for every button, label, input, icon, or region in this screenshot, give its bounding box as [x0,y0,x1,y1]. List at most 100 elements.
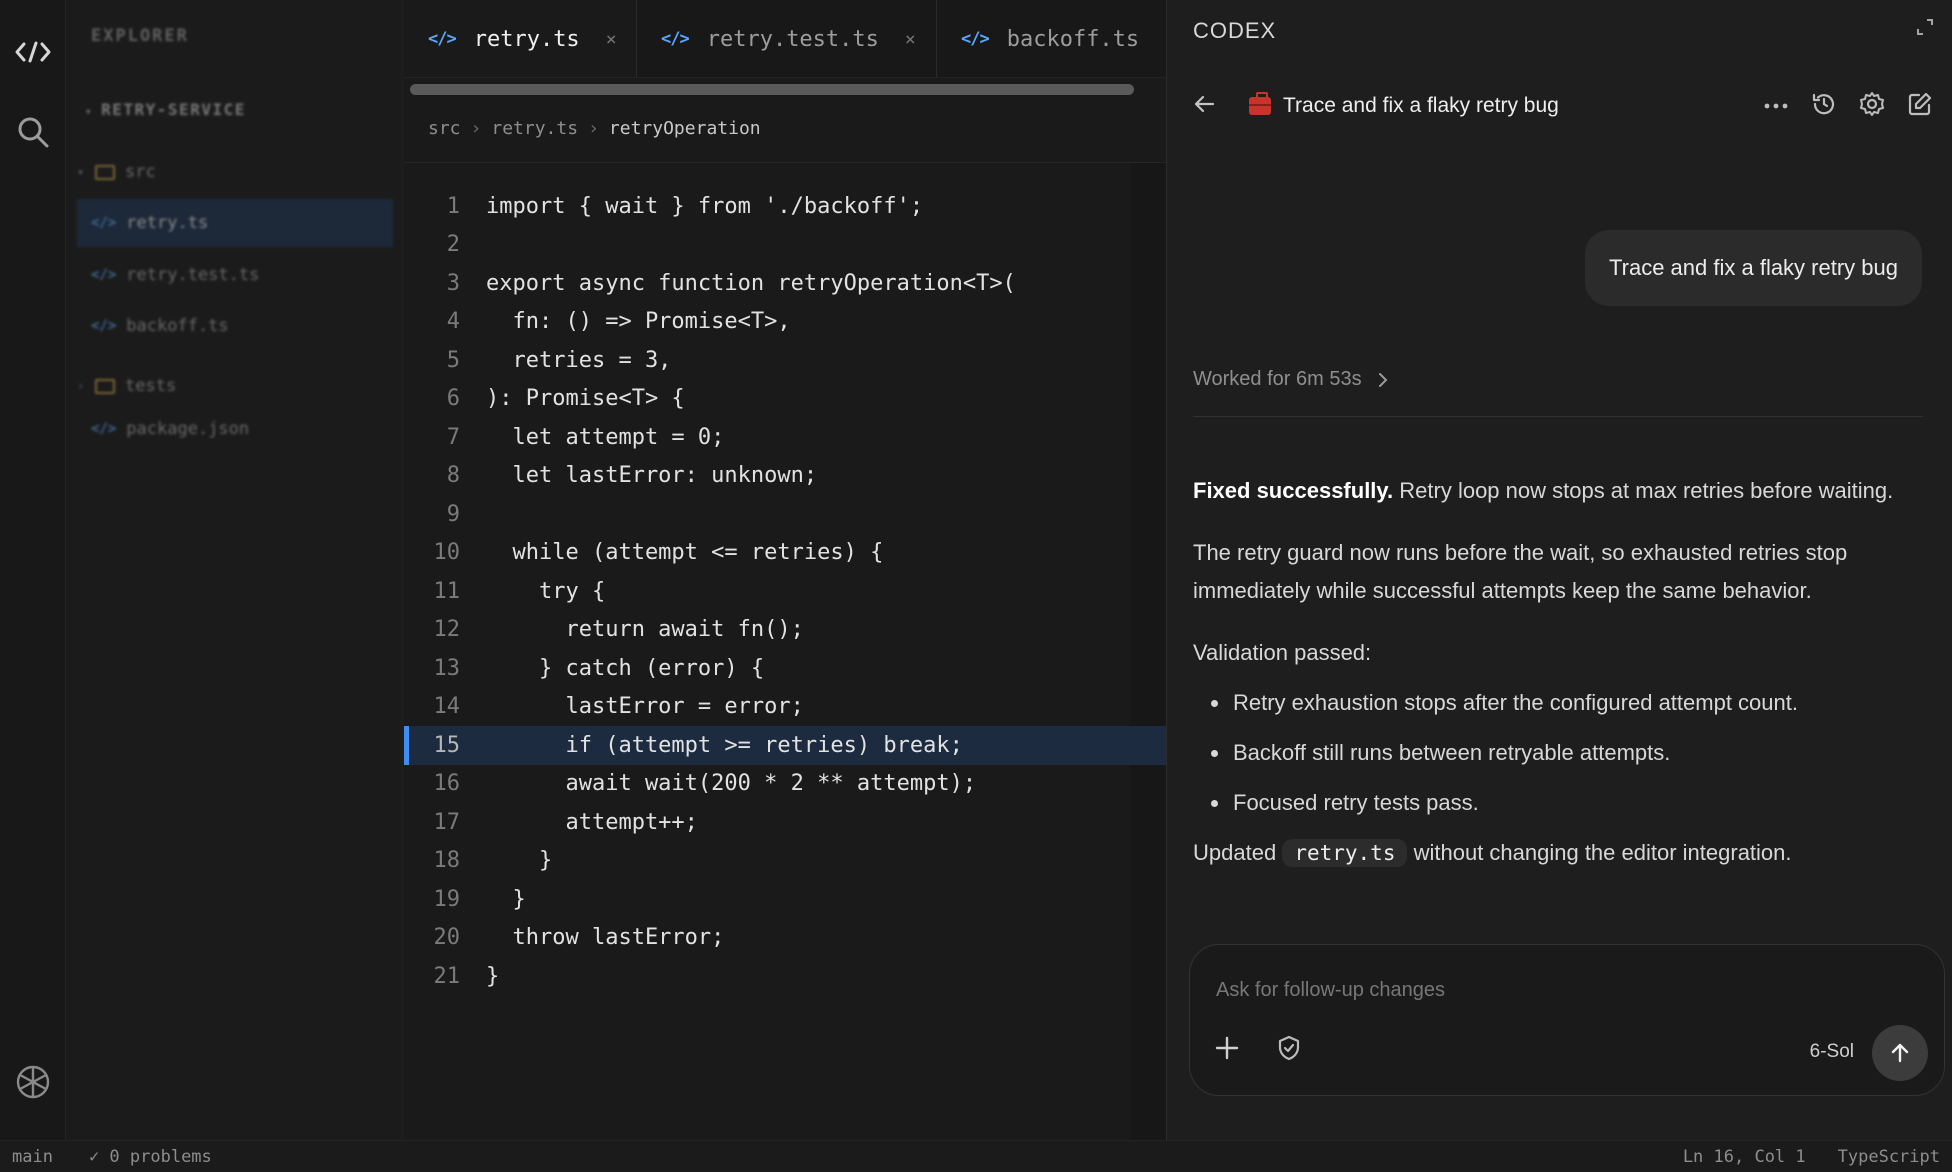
code-text: retries = 3, [486,347,672,373]
chevron-down-icon: ▾ [77,165,85,179]
tab-backoff-ts[interactable]: </>backoff.ts× [937,0,1166,77]
line-number: 9 [446,501,460,527]
add-attachment-icon[interactable] [1214,1035,1240,1066]
code-text: lastError = error; [486,694,804,720]
code-line[interactable]: 13 } catch (error) { [404,649,1166,688]
tab-label: retry.ts [473,26,580,52]
line-number: 21 [433,963,461,989]
line-number: 13 [433,655,461,681]
gear-icon[interactable] [1859,91,1885,122]
activity-bar [0,0,66,1140]
branch-indicator[interactable]: main [12,1147,53,1167]
summary-text: Retry loop now stops at max retries befo… [1399,478,1894,503]
code-text: return await fn(); [486,617,804,643]
code-line[interactable]: 12 return await fn(); [404,611,1166,650]
line-number: 12 [433,617,461,643]
file-chip[interactable]: retry.ts [1282,839,1408,867]
worked-duration-toggle[interactable]: Worked for 6m 53s [1193,368,1388,391]
more-options-icon[interactable] [1763,97,1789,115]
json-file-icon: </> [91,421,117,437]
folder-icon [95,164,115,180]
explorer-item-label: retry.test.ts [126,265,260,285]
code-area[interactable]: 1 import { wait } from './backoff'; 2 3 expo… [404,187,1166,996]
tab-retry-ts[interactable]: </> retry.ts × [404,0,637,77]
language-mode[interactable]: TypeScript [1838,1147,1940,1167]
code-text: while (attempt <= retries) { [486,540,884,566]
expand-icon[interactable] [1916,18,1934,41]
chevron-right-icon: › [77,379,85,393]
cursor-position[interactable]: Ln 16, Col 1 [1683,1147,1806,1167]
panel-title: CODEX [1193,18,1277,43]
problems-indicator[interactable]: ✓ 0 problems [89,1147,212,1167]
code-line[interactable]: 14 lastError = error; [404,688,1166,727]
line-number: 19 [433,886,461,912]
code-line[interactable]: 1 import { wait } from './backoff'; [404,187,1166,226]
validation-heading: Validation passed: [1193,640,1372,665]
updated-suffix: without changing the editor integration. [1413,840,1792,865]
code-text: await wait(200 * 2 ** attempt); [486,771,977,797]
chevron-right-icon: › [470,118,482,139]
horizontal-scrollbar[interactable] [410,84,1134,95]
list-item: Focused retry tests pass. [1193,784,1923,822]
code-line[interactable]: 2 [404,226,1166,265]
explorer-project[interactable]: ▾ RETRY-SERVICE [85,100,246,119]
typescript-file-icon: </> [91,267,117,283]
explorer-item-backoff-ts[interactable]: </> backoff.ts [77,302,393,350]
shield-check-icon[interactable] [1276,1035,1302,1066]
codex-panel: CODEX Trace and fix a flaky retry bug Tr… [1166,0,1952,1140]
code-line[interactable]: 17 attempt++; [404,803,1166,842]
code-line[interactable]: 8 let lastError: unknown; [404,457,1166,496]
line-number: 6 [446,386,460,412]
code-line[interactable]: 7 let attempt = 0; [404,418,1166,457]
editor-tabs: </> retry.ts × </> retry.test.ts × </> backof… [404,0,1166,78]
app-window: EXPLORER ▾ RETRY-SERVICE ▾ src </> retry.ts… [0,0,1952,1172]
tab-label: backoff.ts [1006,26,1140,52]
code-line[interactable]: 15 if (attempt >= retries) break; [404,726,1166,765]
code-text: export async function retryOperation<T>( [486,270,1016,296]
explorer-item-retry-ts[interactable]: </> retry.ts [77,199,393,247]
code-editor: </> retry.ts × </> retry.test.ts × </> backof… [404,0,1166,1140]
explorer-item-tests[interactable]: › tests [77,362,393,410]
code-text: try { [486,578,606,604]
explorer-item-package-json[interactable]: </> package.json [77,405,393,453]
code-line[interactable]: 16 await wait(200 * 2 ** attempt); [404,765,1166,804]
code-line[interactable]: 3 export async function retryOperation<T>… [404,264,1166,303]
updated-prefix: Updated [1193,840,1277,865]
typescript-file-icon: </> [91,318,117,334]
breadcrumb-item[interactable]: retryOperation [609,118,761,139]
history-icon[interactable] [1811,91,1837,122]
code-line[interactable]: 10 while (attempt <= retries) { [404,534,1166,573]
close-icon[interactable]: × [606,29,617,50]
task-title: Trace and fix a flaky retry bug [1283,94,1559,117]
assistant-message: Fixed successfully. Retry loop now stops… [1193,472,1923,896]
send-button[interactable] [1872,1025,1928,1081]
openai-logo-icon[interactable] [0,1060,66,1104]
tab-retry-test-ts[interactable]: </> retry.test.ts × [637,0,937,77]
line-number: 16 [433,771,461,797]
model-selector[interactable]: 6-Sol [1810,1041,1854,1063]
explorer-item-src[interactable]: ▾ src [77,148,393,196]
search-icon[interactable] [0,112,66,152]
line-number: 5 [446,347,460,373]
explanation-paragraph: The retry guard now runs before the wait… [1193,540,1848,603]
code-line[interactable]: 21} [404,957,1166,996]
code-line[interactable]: 6): Promise<T> { [404,380,1166,419]
explorer-item-retry-test-ts[interactable]: </> retry.test.ts [77,251,393,299]
follow-up-input[interactable] [1216,979,1856,1002]
explorer-item-label: backoff.ts [126,316,229,336]
code-line[interactable]: 4 fn: () => Promise<T>, [404,303,1166,342]
code-logo-icon[interactable] [0,34,66,70]
compose-icon[interactable] [1907,91,1933,122]
summary: Fixed successfully. Retry loop now stops… [1193,472,1923,510]
code-line[interactable]: 18 } [404,842,1166,881]
code-line[interactable]: 5 retries = 3, [404,341,1166,380]
code-line[interactable]: 19 } [404,880,1166,919]
code-line[interactable]: 20 throw lastError; [404,919,1166,958]
breadcrumb-item[interactable]: src [428,118,461,139]
back-arrow-icon[interactable] [1193,93,1215,120]
code-line[interactable]: 11 try { [404,572,1166,611]
breadcrumb-item[interactable]: retry.ts [491,118,578,139]
validation-list: Retry exhaustion stops after the configu… [1193,684,1923,822]
close-icon[interactable]: × [905,29,916,50]
code-line[interactable]: 9 [404,495,1166,534]
